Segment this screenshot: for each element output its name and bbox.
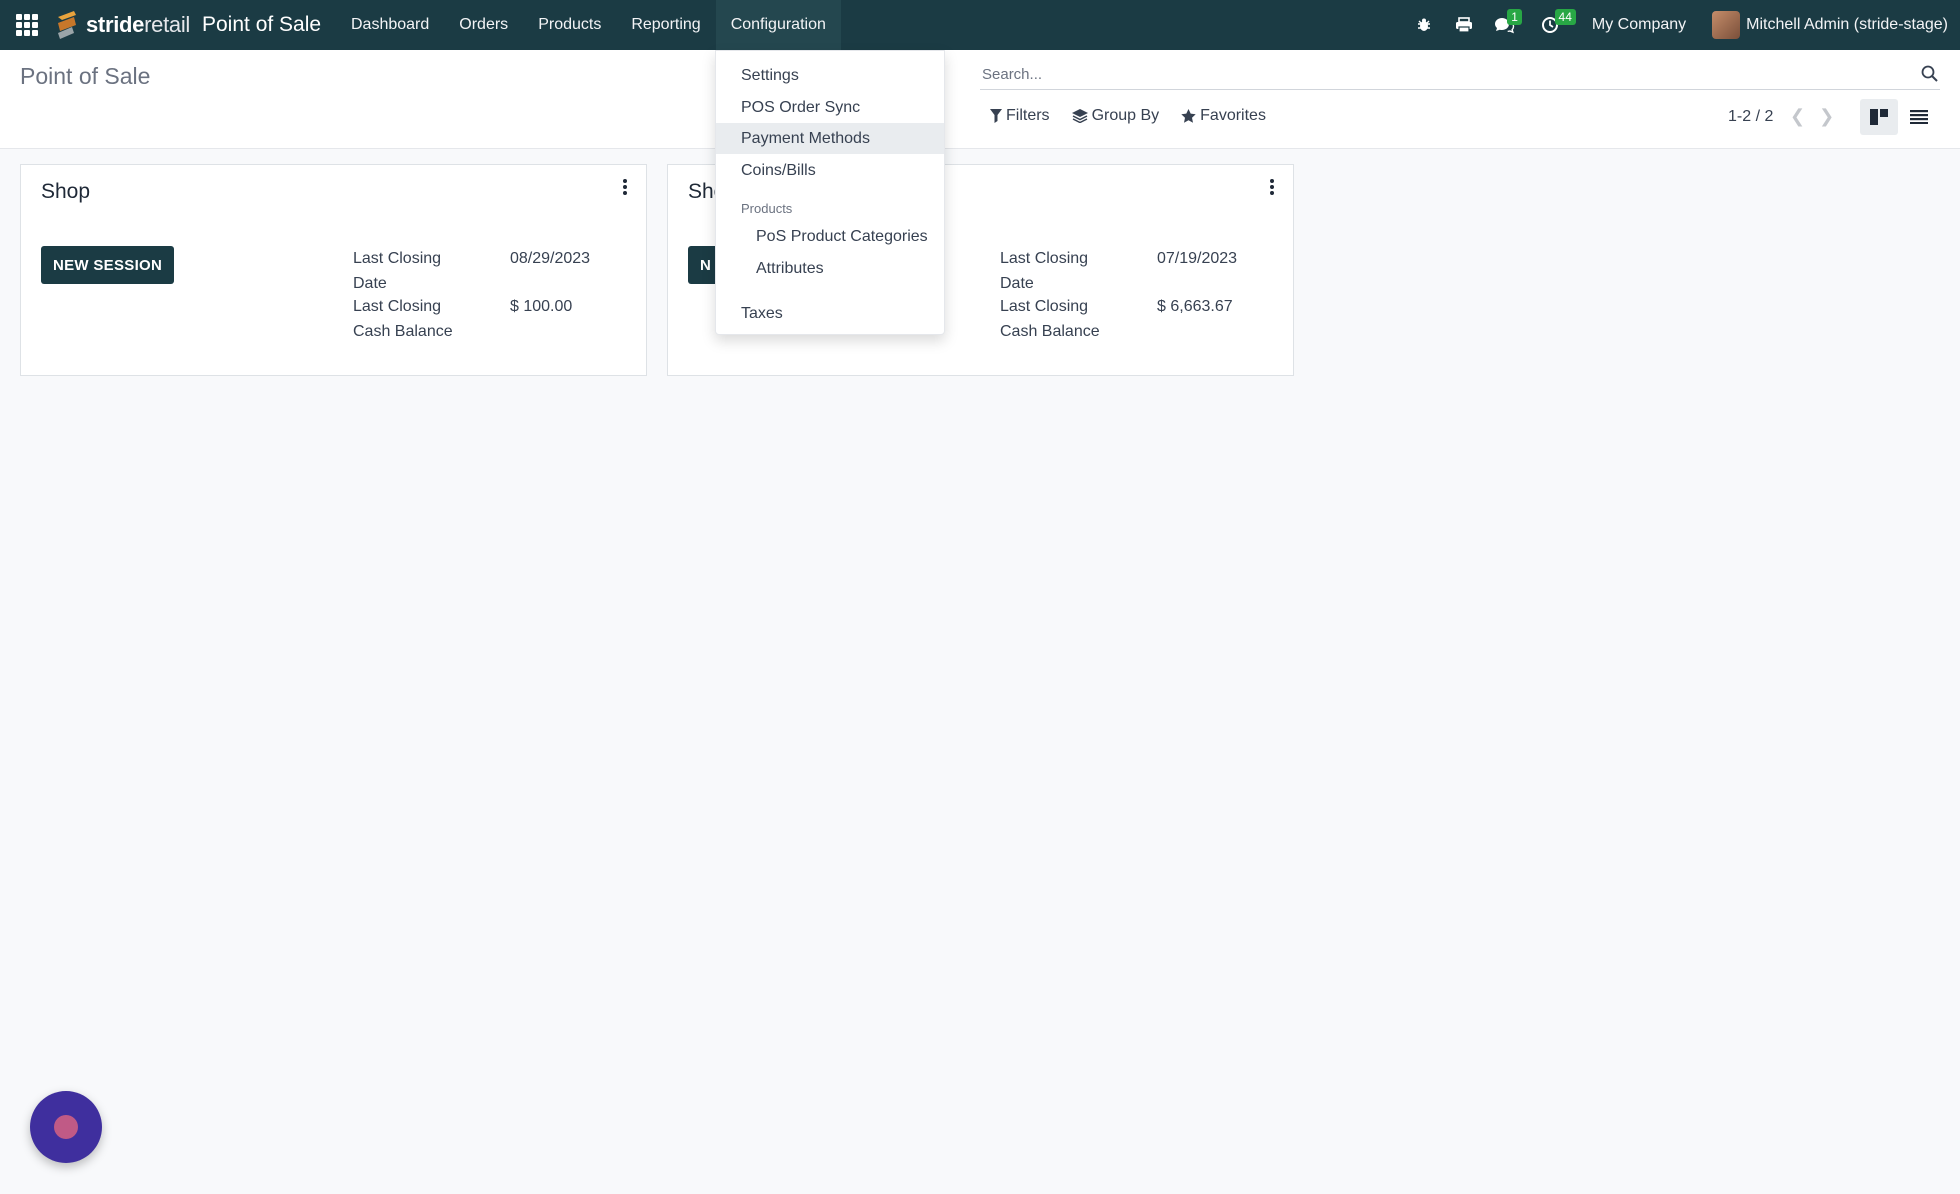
dropdown-item-taxes[interactable]: Taxes	[716, 298, 944, 329]
card-kebab-icon[interactable]	[1269, 179, 1275, 195]
last-closing-cash-value: $ 6,663.67	[1157, 298, 1233, 315]
menu-dashboard[interactable]: Dashboard	[336, 0, 444, 50]
filter-icon	[990, 109, 1002, 123]
last-closing-cash-label: Last Closing Cash Balance	[353, 298, 453, 340]
activities-badge: 44	[1554, 9, 1576, 25]
list-view-button[interactable]	[1900, 99, 1938, 135]
card-kebab-icon[interactable]	[622, 179, 628, 195]
menu-configuration[interactable]: Configuration	[715, 0, 841, 50]
dropdown-item-payment-methods[interactable]: Payment Methods	[716, 123, 944, 154]
configuration-dropdown: Settings POS Order Sync Payment Methods …	[715, 50, 945, 335]
messages-badge: 1	[1507, 9, 1522, 25]
dropdown-item-attributes[interactable]: Attributes	[716, 253, 944, 284]
brand-name-bold: stride	[86, 12, 145, 37]
list-icon	[1910, 110, 1928, 124]
last-closing-date-label: Last Closing Date	[353, 250, 442, 292]
new-session-button[interactable]: NEW SESSION	[41, 246, 175, 284]
last-closing-cash-label: Last Closing Cash Balance	[1000, 298, 1100, 340]
pos-card-shop: Shop NEW SESSION Last Closing Date 08/29…	[20, 164, 647, 376]
pager-previous-icon[interactable]: ❮	[1790, 106, 1805, 127]
user-menu[interactable]: Mitchell Admin (stride-stage)	[1712, 11, 1948, 39]
chat-launcher-button[interactable]	[30, 1091, 102, 1163]
company-switcher[interactable]: My Company	[1592, 16, 1686, 34]
dropdown-section-products: Products	[741, 201, 793, 216]
debug-icon[interactable]	[1404, 0, 1444, 50]
dropdown-item-pos-order-sync[interactable]: POS Order Sync	[716, 92, 944, 123]
pager-next-icon[interactable]: ❯	[1819, 106, 1834, 127]
filters-label: Filters	[1006, 107, 1050, 124]
pager-value[interactable]: 1-2 / 2	[1728, 108, 1773, 126]
control-panel: Point of Sale Filters Group By Favorites…	[0, 50, 1960, 149]
star-icon	[1181, 109, 1196, 123]
user-name: Mitchell Admin (stride-stage)	[1746, 16, 1948, 33]
app-name[interactable]: Point of Sale	[202, 13, 321, 37]
dropdown-item-coins-bills[interactable]: Coins/Bills	[716, 155, 944, 186]
messages-icon[interactable]: 1	[1484, 0, 1524, 50]
last-closing-cash-value: $ 100.00	[510, 298, 573, 315]
layers-icon	[1071, 109, 1088, 123]
printer-icon[interactable]	[1444, 0, 1484, 50]
group-by-label: Group By	[1091, 107, 1160, 124]
navbar-systray: 1 44 My Company Mitchell Admin (stride-s…	[1404, 0, 1960, 50]
search-input[interactable]	[980, 60, 1940, 88]
top-navbar: strideretail Point of Sale Dashboard Ord…	[0, 0, 1960, 50]
brand-logo[interactable]: strideretail	[54, 9, 190, 41]
search-options: Filters Group By Favorites	[990, 107, 1266, 125]
menu-orders[interactable]: Orders	[444, 0, 523, 50]
last-closing-date-value: 08/29/2023	[510, 250, 591, 267]
kanban-icon	[1870, 109, 1888, 125]
last-closing-date-value: 07/19/2023	[1157, 250, 1238, 267]
favorites-button[interactable]: Favorites	[1181, 107, 1266, 125]
pager-arrows: ❮ ❯	[1790, 106, 1834, 127]
filters-button[interactable]: Filters	[990, 107, 1050, 125]
page-title: Point of Sale	[20, 63, 151, 89]
apps-menu-icon[interactable]	[16, 14, 38, 36]
activities-clock-icon[interactable]: 44	[1530, 0, 1576, 50]
favorites-label: Favorites	[1200, 107, 1266, 124]
stride-logo-icon	[58, 11, 76, 39]
group-by-button[interactable]: Group By	[1071, 107, 1160, 125]
menu-products[interactable]: Products	[523, 0, 616, 50]
last-closing-date-label: Last Closing Date	[1000, 250, 1089, 292]
chat-launcher-icon	[54, 1115, 78, 1139]
main-menu: Dashboard Orders Products Reporting Conf…	[336, 0, 841, 50]
search-bar	[980, 60, 1940, 90]
dropdown-item-settings[interactable]: Settings	[716, 60, 944, 91]
brand-name-light: retail	[144, 12, 190, 37]
menu-reporting[interactable]: Reporting	[616, 0, 715, 50]
search-icon[interactable]	[1920, 64, 1940, 84]
avatar	[1712, 11, 1741, 39]
kanban-view-button[interactable]	[1860, 99, 1898, 135]
dropdown-item-pos-product-categories[interactable]: PoS Product Categories	[716, 221, 944, 252]
card-title: Shop	[41, 180, 91, 203]
